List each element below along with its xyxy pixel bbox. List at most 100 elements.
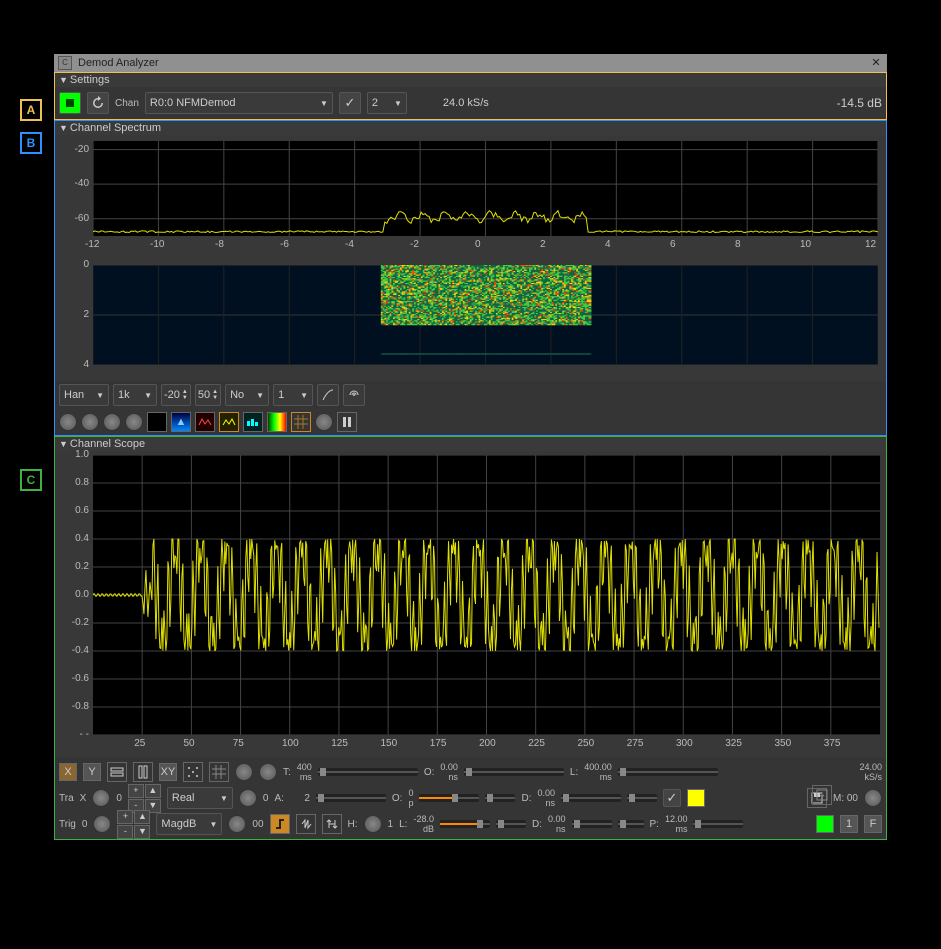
run-button[interactable] (59, 92, 81, 114)
fft-size-select[interactable]: 1k▼ (113, 384, 157, 406)
o-slider[interactable] (464, 768, 564, 776)
trigger-falling-icon[interactable] (322, 814, 342, 834)
memory-label: M: 00 (833, 793, 858, 804)
spectrum-controls-row2: ▲ (55, 409, 886, 435)
mode-y-button[interactable]: Y (83, 763, 101, 781)
averaging-select[interactable]: No▼ (225, 384, 269, 406)
spectrum-header[interactable]: ▼ Channel Spectrum (55, 121, 886, 135)
reset-button[interactable] (87, 92, 109, 114)
trace-amp-dial[interactable] (239, 789, 257, 807)
l-slider[interactable] (618, 768, 718, 776)
trace-offset-fine[interactable] (485, 794, 515, 802)
trigger-one-button[interactable]: 1 (840, 815, 858, 833)
trace-mode-select[interactable]: Real▼ (167, 787, 233, 809)
spectrum-waterfall[interactable] (93, 265, 878, 365)
trace-up-button[interactable]: ▲ (145, 784, 161, 798)
trace-offset-coarse[interactable] (419, 794, 479, 802)
demod-analyzer-window: C Demod Analyzer ✕ ▼ Settings Chan R0:0 … (54, 54, 887, 840)
trigger-rising-icon[interactable] (270, 814, 290, 834)
spectrum-section: ▼ Channel Spectrum -20-40-60 -12-10-8-6-… (54, 120, 887, 436)
trigger-edge-val: 00 (252, 819, 263, 830)
display-grid-icon[interactable] (291, 412, 311, 432)
trigger-remove-button[interactable]: - (117, 825, 133, 839)
dots-icon[interactable] (183, 762, 203, 782)
trace-delay-coarse[interactable] (561, 794, 621, 802)
dial-2[interactable] (81, 413, 99, 431)
display-fill-icon[interactable]: ▲ (171, 412, 191, 432)
display-current-icon[interactable] (219, 412, 239, 432)
trigger-add-button[interactable]: + (117, 810, 133, 824)
memory-dial[interactable] (864, 789, 882, 807)
dial-4[interactable] (125, 413, 143, 431)
trace-row: Tra X 0 +▲ -▼ Real▼ 0 A: 2 O: 0p D: 0 (59, 785, 882, 811)
display-histogram-icon[interactable] (243, 412, 263, 432)
mode-split-v-icon[interactable] (133, 762, 153, 782)
trigger-both-icon[interactable] (296, 814, 316, 834)
collapse-icon: ▼ (59, 123, 68, 133)
mode-x-button[interactable]: X (59, 763, 77, 781)
trig-delay-coarse[interactable] (572, 820, 612, 828)
t-slider[interactable] (318, 768, 418, 776)
fft-window-select[interactable]: Han▼ (59, 384, 109, 406)
trigger-edge-dial[interactable] (228, 815, 246, 833)
grid-icon[interactable] (209, 762, 229, 782)
trace-add-button[interactable]: + (128, 784, 144, 798)
trig-level-coarse[interactable] (440, 820, 490, 828)
region-label-b: B (20, 132, 42, 154)
t-value: 400ms (297, 762, 312, 782)
close-icon[interactable]: ✕ (869, 56, 883, 70)
ref-level-spin[interactable]: -20▲▼ (161, 384, 191, 406)
trace-visible-check[interactable] (663, 789, 681, 807)
trigger-free-button[interactable]: F (864, 815, 882, 833)
decay-select[interactable]: 1▼ (273, 384, 313, 406)
range-spin[interactable]: 50▲▼ (195, 384, 221, 406)
trace-delay-fine[interactable] (627, 794, 657, 802)
trigger-down-button[interactable]: ▼ (134, 825, 150, 839)
trace-d-label: D: (521, 793, 531, 804)
broadcast-icon[interactable] (343, 384, 365, 406)
trigger-armed-indicator[interactable] (816, 815, 834, 833)
trig-h-dial[interactable] (364, 815, 382, 833)
trace-index: 0 (116, 793, 122, 804)
trig-l-value: -28.0dB (413, 814, 434, 834)
trig-pre-slider[interactable] (693, 820, 743, 828)
trace-amp-slider[interactable] (316, 794, 386, 802)
o-label: O: (424, 767, 435, 778)
channel-decimation[interactable]: 2▼ (367, 92, 407, 114)
spectrum-fft-plot[interactable] (93, 141, 878, 236)
trigger-mode-select[interactable]: MagdB▼ (156, 813, 222, 835)
channel-enable-check[interactable] (339, 92, 361, 114)
scope-display-row: X Y XY T: 400ms O: 0.00ns L: 400.00ms 24… (59, 759, 882, 785)
trace-select-dial[interactable] (92, 789, 110, 807)
settings-header[interactable]: ▼ Settings (55, 73, 886, 87)
trig-p-value: 12.00ms (665, 814, 688, 834)
grid-intensity-dial[interactable] (235, 763, 253, 781)
scope-section: ▼ Channel Scope 1.00.80.60.40.20.0-0.2-0… (54, 436, 887, 840)
curve-icon[interactable] (317, 384, 339, 406)
channel-select[interactable]: R0:0 NFMDemod▼ (145, 92, 333, 114)
trace-color-swatch[interactable] (687, 789, 705, 807)
window-titlebar[interactable]: C Demod Analyzer ✕ (54, 54, 887, 72)
scope-plot[interactable] (93, 455, 880, 735)
dial-1[interactable] (59, 413, 77, 431)
scope-controls: X Y XY T: 400ms O: 0.00ns L: 400.00ms 24… (55, 757, 886, 839)
trig-delay-fine[interactable] (618, 820, 644, 828)
display-clear-icon[interactable] (147, 412, 167, 432)
trigger-select-dial[interactable] (93, 815, 111, 833)
mode-split-h-icon[interactable] (107, 762, 127, 782)
scope-header[interactable]: ▼ Channel Scope (55, 437, 886, 451)
pause-icon[interactable] (337, 412, 357, 432)
trigger-up-button[interactable]: ▲ (134, 810, 150, 824)
o-value: 0.00ns (440, 762, 458, 782)
spectrum-plots: -20-40-60 -12-10-8-6-4-2024681012 024 (55, 135, 886, 381)
display-maxhold-icon[interactable] (195, 412, 215, 432)
dial-3[interactable] (103, 413, 121, 431)
dial-5[interactable] (315, 413, 333, 431)
display-waterfall-icon[interactable] (267, 412, 287, 432)
trig-level-fine[interactable] (496, 820, 526, 828)
load-icon[interactable] (812, 785, 832, 805)
mode-xy-button[interactable]: XY (159, 763, 177, 781)
trace-intensity-dial[interactable] (259, 763, 277, 781)
spectrum-title: Channel Spectrum (70, 122, 161, 134)
trig-l-label: L: (399, 819, 407, 830)
